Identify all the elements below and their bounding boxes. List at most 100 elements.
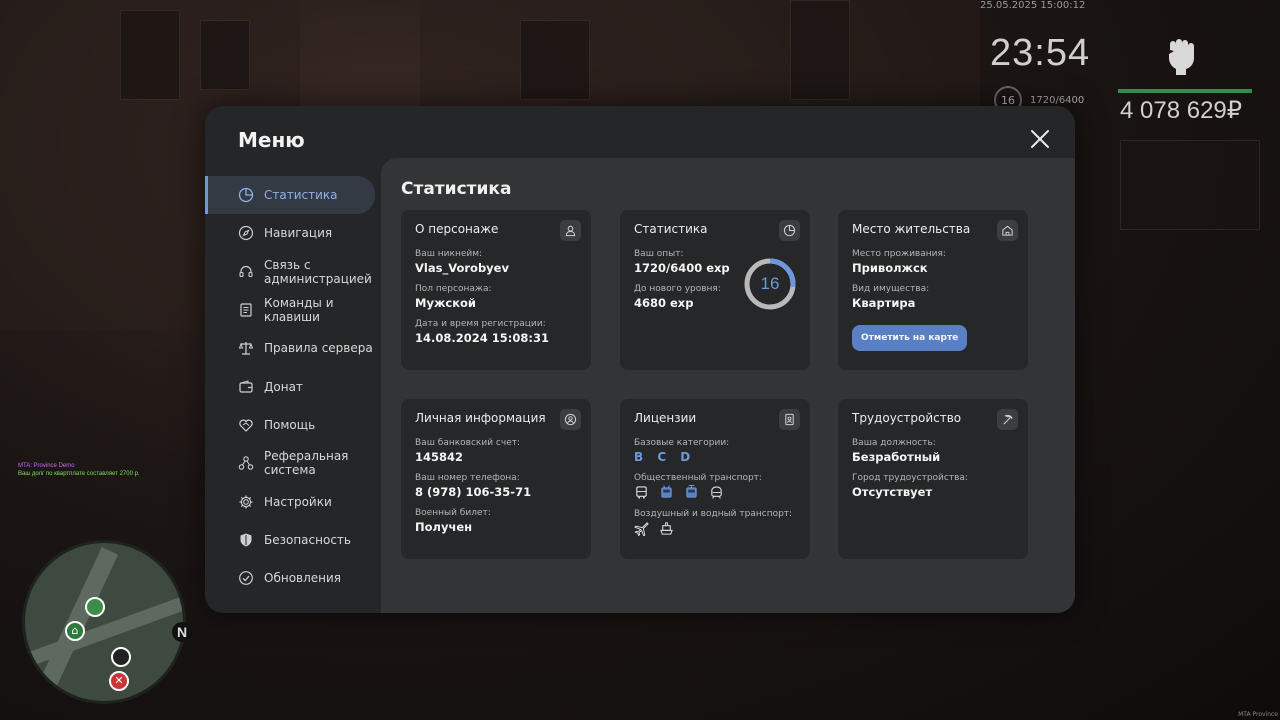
field-label: Ваш никнейм:: [415, 249, 483, 259]
sidebar-item-label: Обновления: [264, 571, 342, 586]
sidebar-item-label: Реферальная система: [264, 449, 349, 478]
personal-info-card: Личная информация Ваш банковский счет: 1…: [401, 399, 591, 559]
field-label: Воздушный и водный транспорт:: [634, 509, 793, 519]
card-title: Статистика: [634, 222, 708, 236]
hud-datetime: 25.05.2025 15:00:12: [980, 0, 1086, 11]
fist-icon: [1162, 36, 1198, 76]
field-label: Ваша должность:: [852, 438, 936, 448]
property-type-value: Квартира: [852, 296, 916, 310]
map-road: [27, 594, 183, 666]
sidebar-item-statistics[interactable]: Статистика: [205, 176, 375, 215]
house-icon: [997, 220, 1018, 241]
card-title: Трудоустройство: [852, 411, 962, 425]
content-panel: Статистика О персонаже Ваш никнейм: Vlas…: [381, 158, 1075, 613]
field-label: Общественный транспорт:: [634, 473, 762, 483]
ship-icon: [660, 522, 673, 535]
residence-value: Приволжск: [852, 261, 928, 275]
sidebar-item-donate[interactable]: Донат: [205, 367, 381, 405]
user-icon: [560, 220, 581, 241]
map-marker-icon: [85, 597, 105, 617]
gear-icon: [237, 493, 255, 511]
network-icon: [237, 454, 255, 472]
background-window: [1120, 140, 1260, 230]
field-label: Пол персонажа:: [415, 284, 492, 294]
modal-title: Меню: [238, 128, 305, 152]
sidebar-item-label: Связь с администрацией: [264, 257, 372, 286]
minimap-north-indicator: N: [172, 622, 192, 642]
sidebar-item-settings[interactable]: Настройки: [205, 482, 381, 520]
airplane-icon: [634, 522, 649, 536]
trolleybus-icon: [661, 485, 672, 498]
character-card: О персонаже Ваш никнейм: Vlas_Vorobyev П…: [401, 210, 591, 370]
close-button[interactable]: [1027, 126, 1053, 152]
sidebar-item-label: Помощь: [264, 417, 316, 432]
hud-health-bar: [1118, 89, 1252, 93]
employment-card: Трудоустройство Ваша должность: Безработ…: [838, 399, 1028, 559]
map-marker-icon: [111, 647, 131, 667]
field-label: Военный билет:: [415, 508, 491, 518]
document-icon: [237, 301, 255, 319]
wallet-icon: [237, 378, 255, 396]
chat-line: Ваш долг по квартплате составляет 2700 р…: [18, 471, 140, 477]
check-circle-icon: [237, 569, 255, 587]
level-number: 16: [760, 274, 780, 293]
content-title: Статистика: [401, 179, 512, 199]
stats-card: Статистика Ваш опыт: 1720/6400 exp До но…: [620, 210, 810, 370]
metro-icon: [711, 486, 722, 499]
military-id-value: Получен: [415, 520, 473, 534]
gender-value: Мужской: [415, 296, 476, 310]
bank-account-value: 145842: [415, 450, 464, 464]
sidebar-item-label: Правила сервера: [264, 341, 373, 356]
sidebar-item-referral[interactable]: Реферальная система: [205, 444, 381, 482]
background-window: [200, 20, 250, 90]
air-water-transport-list: [634, 521, 796, 536]
sidebar-item-updates[interactable]: Обновления: [205, 559, 381, 597]
hud-exp: 1720/6400: [1030, 95, 1085, 106]
bus-icon: [636, 486, 647, 499]
chart-pie-icon: [779, 220, 800, 241]
nickname-value: Vlas_Vorobyev: [415, 261, 509, 275]
sidebar-item-commands[interactable]: Команды и клавиши: [205, 291, 381, 329]
position-value: Безработный: [852, 450, 941, 464]
license-categories: B C D: [634, 450, 696, 464]
user-circle-icon: [560, 409, 581, 430]
field-label: Вид имущества:: [852, 284, 930, 294]
field-label: Базовые категории:: [634, 438, 730, 448]
chat-box: MTA: Province Demo Ваш долг по квартплат…: [18, 462, 140, 478]
mark-on-map-button[interactable]: Отметить на карте: [852, 325, 968, 351]
sidebar-item-help[interactable]: Помощь: [205, 406, 381, 444]
compass-icon: [237, 224, 255, 242]
sidebar-item-label: Настройки: [264, 494, 332, 509]
sidebar-item-label: Команды и клавиши: [264, 296, 334, 325]
registration-value: 14.08.2024 15:08:31: [415, 331, 549, 345]
sidebar-item-navigation[interactable]: Навигация: [205, 214, 381, 252]
close-icon: [1031, 130, 1049, 148]
sidebar-item-label: Донат: [264, 379, 303, 394]
scales-icon: [237, 339, 255, 357]
sidebar-item-server-rules[interactable]: Правила сервера: [205, 329, 381, 367]
headset-icon: [237, 263, 255, 281]
background-window: [520, 20, 590, 100]
field-label: Город трудоустройства:: [852, 473, 968, 483]
employment-city-value: Отсутствует: [852, 485, 933, 499]
heart-handshake-icon: [237, 416, 255, 434]
card-title: Личная информация: [415, 411, 546, 425]
background-window: [120, 10, 180, 100]
chart-pie-icon: [237, 186, 255, 204]
sidebar-item-admin-contact[interactable]: Связь с администрацией: [205, 253, 381, 291]
sidebar-item-label: Навигация: [264, 226, 333, 241]
card-title: Лицензии: [634, 411, 697, 425]
menu-modal: Меню Статистика Навигация Связь с админи…: [205, 106, 1075, 613]
licenses-card: Лицензии Базовые категории: B C D Общест…: [620, 399, 810, 559]
field-label: Ваш банковский счет:: [415, 438, 521, 448]
sidebar-item-label: Безопасность: [264, 532, 351, 547]
background-window: [790, 0, 850, 100]
minimap: ⌂ ✕: [22, 540, 186, 704]
hud-clock: 23:54: [990, 32, 1091, 74]
map-restricted-icon: ✕: [109, 671, 129, 691]
sidebar-item-security[interactable]: Безопасность: [205, 521, 381, 559]
tram-icon: [686, 485, 697, 498]
hud-money: 4 078 629₽: [1120, 97, 1243, 124]
sidebar-item-label: Статистика: [264, 188, 338, 203]
residence-card: Место жительства Место проживания: Приво…: [838, 210, 1028, 370]
